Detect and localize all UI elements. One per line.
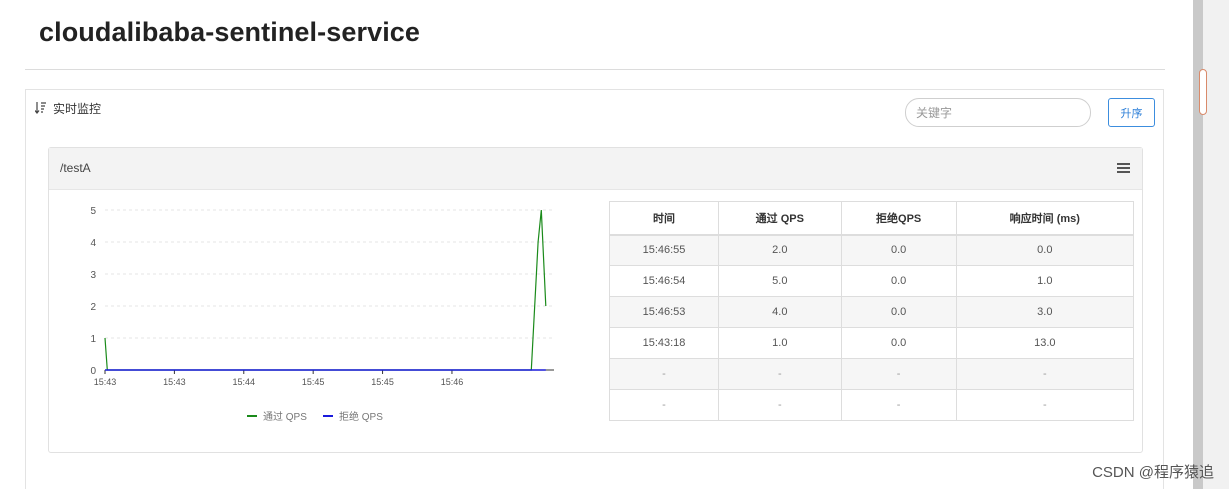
cell-time: 15:46:55 [608,234,720,266]
y-tick-label: 4 [90,238,96,249]
y-tick-label: 5 [90,206,96,217]
cell-block-qps: 0.0 [840,234,957,266]
resource-card: /testA 0 1 2 3 4 5 15:43 15:43 15:44 15:45 15:45 15… [48,147,1143,453]
cell-rt: 0.0 [955,234,1135,266]
x-tick-label: 15:45 [302,377,325,387]
cell-block-qps: - [840,389,957,421]
y-tick-label: 0 [90,366,96,377]
page: cloudalibaba-sentinel-service 实时监控 升序 /t… [0,0,1229,489]
cell-time: - [608,389,720,421]
x-tick-label: 15:43 [163,377,186,387]
cell-pass-qps: - [718,389,842,421]
y-tick-label: 2 [90,302,96,313]
menu-icon[interactable] [1117,163,1130,174]
cell-block-qps: 0.0 [840,265,957,297]
x-tick-label: 15:43 [94,377,117,387]
x-tick-label: 15:44 [233,377,256,387]
x-tick-label: 15:45 [371,377,394,387]
cell-block-qps: 0.0 [840,327,957,359]
cell-rt: - [955,358,1135,390]
column-header-time: 时间 [608,201,720,236]
cell-rt: - [955,389,1135,421]
cell-time: 15:43:18 [608,327,720,359]
page-title: cloudalibaba-sentinel-service [39,17,421,47]
sort-order-button[interactable]: 升序 [1108,98,1155,127]
cell-time: - [608,358,720,390]
cell-rt: 1.0 [955,265,1135,297]
qps-line-chart: 0 1 2 3 4 5 15:43 15:43 15:44 15:45 15:45 15:46 通过 Q… [90,206,554,423]
series-line-pass-qps [104,209,547,371]
search-input[interactable] [905,98,1091,127]
cell-pass-qps: - [718,358,842,390]
realtime-monitor-panel: 实时监控 升序 /testA 0 1 2 3 4 5 15:43 15:43 15:44 15:4… [25,89,1164,489]
cell-pass-qps: 1.0 [718,327,842,359]
metrics-table: 时间 通过 QPS 拒绝QPS 响应时间 (ms) 15:46:55 2.0 0… [608,201,1135,421]
cell-time: 15:46:54 [608,265,720,297]
cell-time: 15:46:53 [608,296,720,328]
table-row: 15:46:54 5.0 0.0 1.0 [608,265,1135,297]
panel-header-label: 实时监控 [53,102,102,116]
cell-rt: 13.0 [955,327,1135,359]
column-header-block-qps: 拒绝QPS [840,201,957,236]
watermark: CSDN @程序猿追 [1092,464,1214,481]
cell-pass-qps: 4.0 [718,296,842,328]
sort-icon [35,102,46,114]
legend-label: 通过 QPS [263,410,307,423]
y-tick-label: 1 [90,334,96,345]
cell-pass-qps: 5.0 [718,265,842,297]
table-row: 15:46:55 2.0 0.0 0.0 [608,234,1135,266]
table-row: - - - - [608,358,1135,390]
card-header: /testA [49,148,1142,190]
y-tick-label: 3 [90,270,96,281]
cell-block-qps: 0.0 [840,296,957,328]
title-divider [25,69,1165,70]
column-header-rt: 响应时间 (ms) [955,201,1135,236]
cell-rt: 3.0 [955,296,1135,328]
table-row: - - - - [608,389,1135,421]
table-row: 15:46:53 4.0 0.0 3.0 [608,296,1135,328]
legend-label: 拒绝 QPS [339,410,383,423]
cell-pass-qps: 2.0 [718,234,842,266]
scrollbar-thumb[interactable] [1199,69,1207,115]
x-tick-label: 15:46 [441,377,464,387]
column-header-pass-qps: 通过 QPS [718,201,842,236]
table-header-row: 时间 通过 QPS 拒绝QPS 响应时间 (ms) [608,201,1135,236]
table-row: 15:43:18 1.0 0.0 13.0 [608,327,1135,359]
resource-title: /testA [60,161,91,175]
cell-block-qps: - [840,358,957,390]
